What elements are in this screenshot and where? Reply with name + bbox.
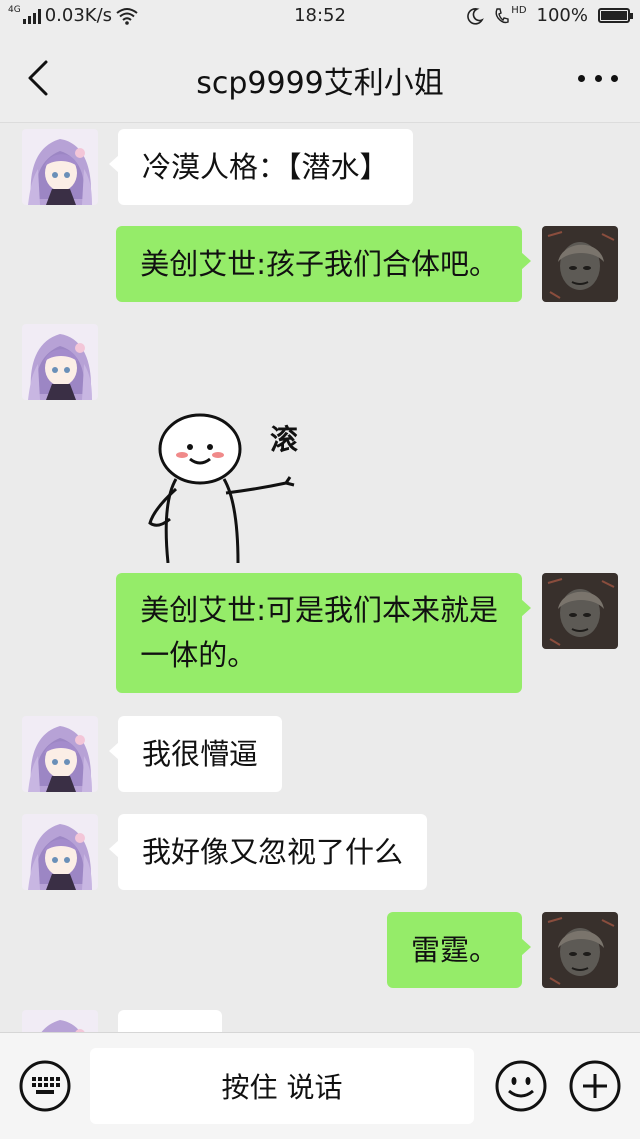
battery-fill [601, 11, 627, 20]
message-bubble[interactable]: 我很懵逼 [108, 716, 283, 792]
chat-title: scp9999艾利小姐 [196, 66, 444, 101]
message-bubble[interactable]: 美创艾世:可是我们本来就是 一体的。 [116, 573, 531, 693]
more-dots-icon[interactable] [578, 64, 618, 92]
sticker-caption: 滚 [270, 423, 298, 456]
battery-percent: 100% [536, 5, 588, 26]
message-list[interactable]: 冷漠人格：【潜水】 美创艾世:孩子我们合体吧。 滚 美创艾世:可是我们本来就是 … [0, 123, 640, 1032]
contact-avatar[interactable] [22, 1010, 98, 1032]
input-bar: 按住 说话 [0, 1032, 640, 1139]
message-bubble[interactable]: 我好像又忽视了什么 [108, 814, 428, 890]
message-line: 美创艾世:可是我们本来就是 [140, 593, 498, 627]
contact-avatar[interactable] [22, 716, 98, 792]
sticker-image[interactable]: 滚 [118, 413, 318, 563]
keyboard-icon[interactable] [18, 1059, 72, 1113]
message-line: 一体的。 [140, 638, 257, 672]
chevron-left-icon[interactable] [22, 58, 58, 98]
self-avatar[interactable] [542, 226, 618, 302]
chat-header: scp9999艾利小姐 [0, 34, 640, 123]
hd-call-icon: HD [494, 5, 527, 25]
status-right: HD 100% [466, 5, 633, 26]
contact-avatar[interactable] [22, 814, 98, 890]
message-bubble[interactable]: 美创艾世:孩子我们合体吧。 [116, 226, 531, 302]
plus-circle-icon[interactable] [568, 1059, 622, 1113]
message-bubble[interactable]: 雷霆。 [386, 912, 532, 988]
moon-icon [467, 7, 485, 25]
self-avatar[interactable] [542, 912, 618, 988]
emoji-icon[interactable] [494, 1059, 548, 1113]
self-avatar[interactable] [542, 573, 618, 649]
battery-icon [598, 8, 633, 23]
status-bar: 4G 0.03K/s 18:52 HD 100% [0, 0, 640, 34]
contact-avatar[interactable] [22, 129, 98, 205]
hd-label: HD [511, 5, 527, 16]
message-bubble[interactable]: 冷漠人格：【潜水】 [109, 129, 413, 205]
contact-avatar[interactable] [22, 324, 98, 400]
hold-to-talk-button[interactable]: 按住 说话 [90, 1048, 474, 1124]
message-bubble[interactable] [118, 1010, 222, 1032]
